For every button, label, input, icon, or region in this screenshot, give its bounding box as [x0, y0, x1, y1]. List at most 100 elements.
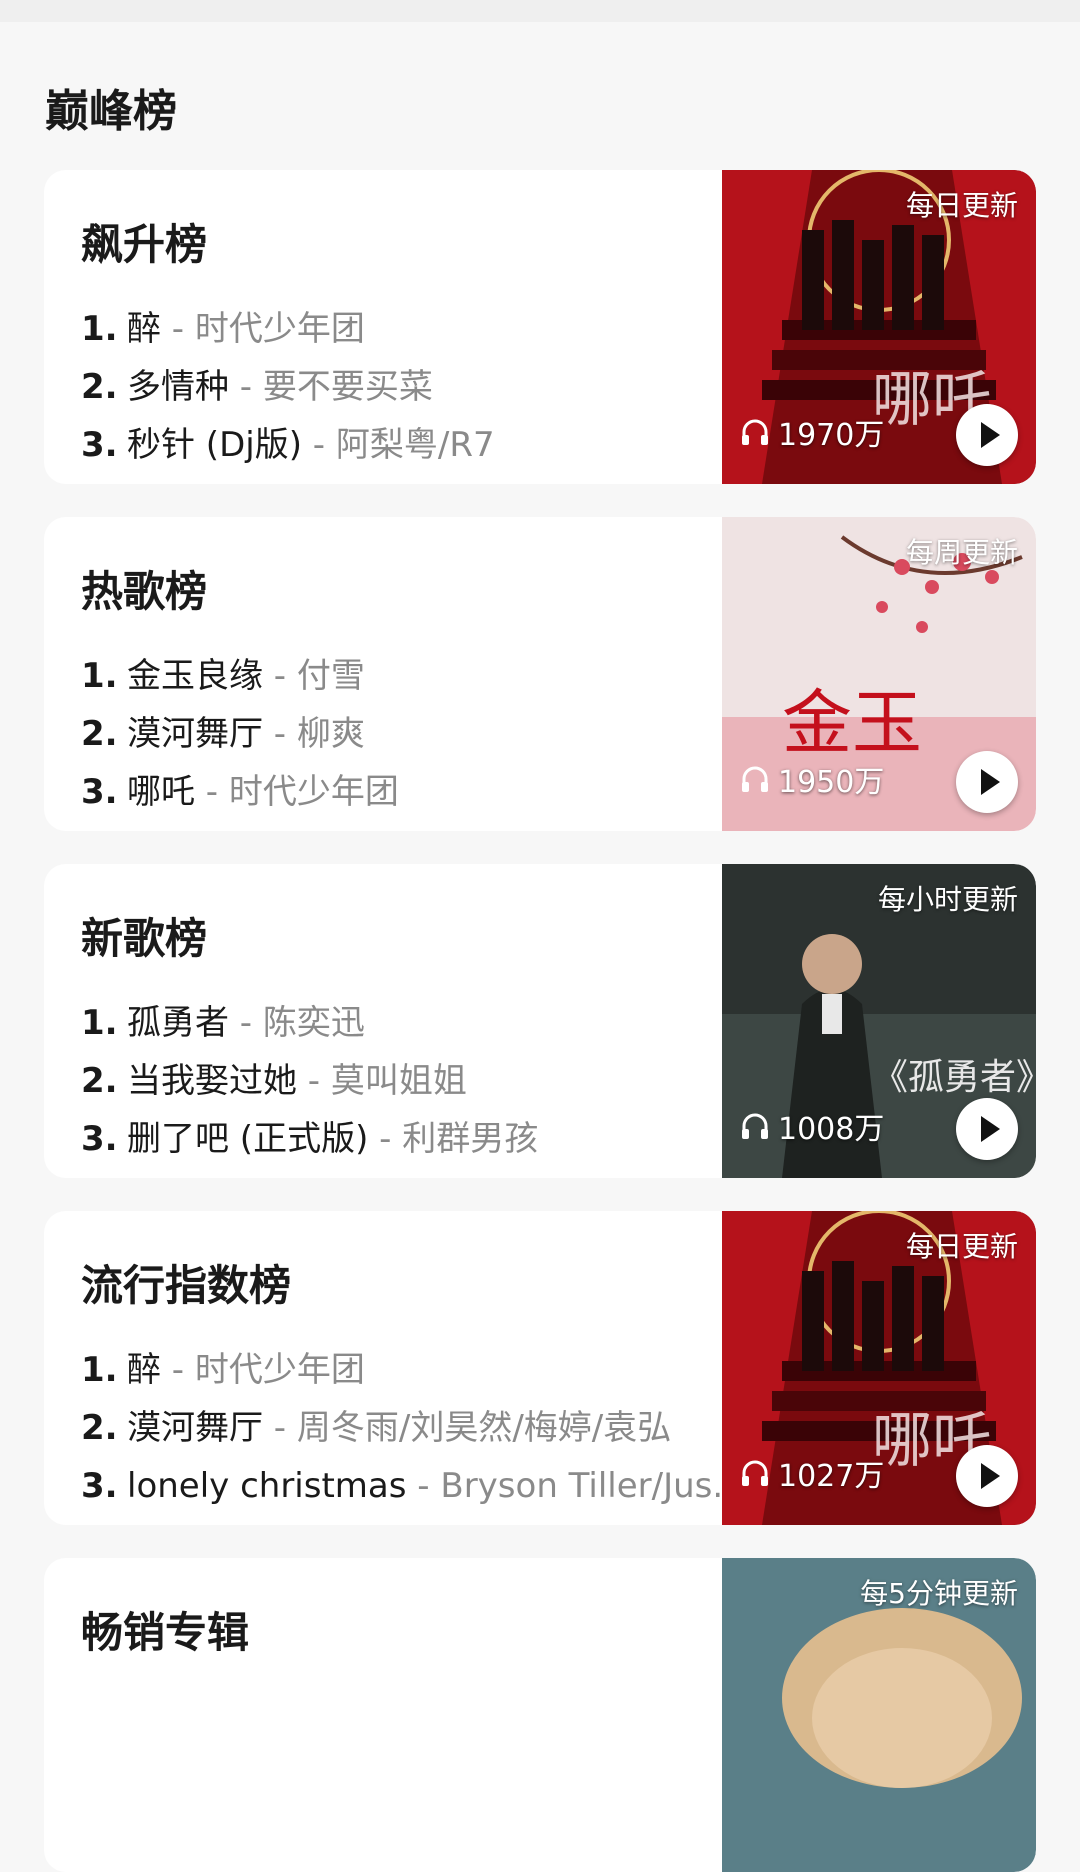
artist-name: 时代少年团: [194, 1350, 365, 1390]
song-name: 醉: [127, 1350, 161, 1390]
cover-lettering: 金玉: [782, 682, 922, 764]
chart-card-hot[interactable]: 热歌榜 1. 金玉良缘 - 付雪 2. 漠河舞厅 - 柳爽 3. 哪吒 - 时代少年团…: [44, 517, 1036, 831]
rank-number: 3.: [81, 1119, 118, 1159]
cover-lettering: 《孤勇者》: [872, 1057, 1036, 1098]
play-count-value: 1970万: [778, 418, 885, 453]
rank-number: 1.: [81, 309, 118, 349]
rank-list: 1. 孤勇者 - 陈奕迅 2. 当我娶过她 - 莫叫姐姐 3. 删了吧 (正式版) -…: [81, 994, 756, 1168]
separator: -: [263, 714, 297, 754]
separator: -: [301, 425, 336, 465]
artist-name: 莫叫姐姐: [330, 1061, 467, 1101]
update-frequency: 每周更新: [905, 536, 1018, 569]
rank-number: 2.: [81, 1408, 118, 1448]
play-button[interactable]: [956, 1098, 1018, 1160]
chart-title[interactable]: 流行指数榜: [81, 1259, 291, 1313]
play-button[interactable]: [956, 404, 1018, 466]
rank-item[interactable]: 3. 删了吧 (正式版) - 利群男孩: [81, 1110, 756, 1168]
separator: -: [406, 1466, 441, 1506]
update-frequency: 每日更新: [905, 189, 1018, 222]
song-name: lonely christmas: [127, 1466, 407, 1506]
play-count: 1970万: [740, 410, 884, 454]
song-name: 金玉良缘: [127, 656, 263, 696]
rank-number: 2.: [81, 1061, 118, 1101]
chart-title[interactable]: 飙升榜: [81, 218, 207, 272]
rank-number: 3.: [81, 425, 118, 465]
rank-item[interactable]: 2. 漠河舞厅 - 周冬雨/刘昊然/梅婷/袁弘: [81, 1399, 756, 1457]
artist-name: 时代少年团: [194, 309, 365, 349]
song-name: 哪吒: [127, 772, 195, 812]
chart-card-popular-index[interactable]: 流行指数榜 1. 醉 - 时代少年团 2. 漠河舞厅 - 周冬雨/刘昊然/梅婷/袁弘…: [44, 1211, 1036, 1525]
rank-number: 3.: [81, 1466, 118, 1506]
play-button[interactable]: [956, 1445, 1018, 1507]
status-bar: [0, 0, 1080, 22]
rank-number: 1.: [81, 1003, 118, 1043]
section-title: 巅峰榜: [45, 86, 177, 137]
headphone-icon: [742, 766, 768, 792]
headphone-icon: [742, 1460, 768, 1486]
play-icon: [981, 769, 1000, 795]
rank-number: 2.: [81, 367, 118, 407]
song-name: 醉: [127, 309, 161, 349]
rank-item[interactable]: 3. 哪吒 - 时代少年团: [81, 763, 756, 821]
rank-item[interactable]: 2. 多情种 - 要不要买菜: [81, 358, 756, 416]
artist-name: 陈奕迅: [262, 1003, 365, 1043]
artist-name: 利群男孩: [402, 1119, 539, 1159]
song-name: 孤勇者: [127, 1003, 229, 1043]
chart-cover[interactable]: 哪吒 每日更新 1027万: [722, 1211, 1036, 1525]
rank-item[interactable]: 1. 醉 - 时代少年团: [81, 300, 756, 358]
chart-cover[interactable]: 金玉 每周更新 1950万: [722, 517, 1036, 831]
rank-item[interactable]: 1. 金玉良缘 - 付雪: [81, 647, 756, 705]
separator: -: [161, 1350, 195, 1390]
chart-card-new[interactable]: 新歌榜 1. 孤勇者 - 陈奕迅 2. 当我娶过她 - 莫叫姐姐 3. 删了吧 (正式…: [44, 864, 1036, 1178]
update-frequency: 每日更新: [905, 1230, 1018, 1263]
rank-list: 1. 醉 - 时代少年团 2. 多情种 - 要不要买菜 3. 秒针 (Dj版) - 阿…: [81, 300, 756, 474]
artist-name: Bryson Tiller/Jus..: [440, 1466, 734, 1506]
chart-cover[interactable]: 哪吒 每日更新 1970万: [722, 170, 1036, 484]
rank-item[interactable]: 3. lonely christmas - Bryson Tiller/Jus..: [81, 1457, 756, 1515]
separator: -: [297, 1061, 331, 1101]
song-name: 漠河舞厅: [127, 1408, 263, 1448]
chart-title[interactable]: 热歌榜: [81, 565, 207, 619]
play-count-value: 1950万: [778, 765, 885, 800]
rank-number: 2.: [81, 714, 118, 754]
chart-card-bestselling-albums[interactable]: 畅销专辑 每5分钟更新: [44, 1558, 1036, 1872]
rank-list: 1. 醉 - 时代少年团 2. 漠河舞厅 - 周冬雨/刘昊然/梅婷/袁弘 3. lon…: [81, 1341, 756, 1515]
rank-item[interactable]: 1. 醉 - 时代少年团: [81, 1341, 756, 1399]
play-count: 1008万: [740, 1104, 884, 1148]
song-name: 删了吧 (正式版): [127, 1119, 369, 1159]
rank-item[interactable]: 2. 当我娶过她 - 莫叫姐姐: [81, 1052, 756, 1110]
rank-number: 3.: [81, 772, 118, 812]
play-count: 1950万: [740, 757, 884, 801]
rank-number: 1.: [81, 1350, 118, 1390]
chart-title[interactable]: 畅销专辑: [81, 1606, 249, 1660]
headphone-icon: [742, 1113, 768, 1139]
rank-item[interactable]: 1. 孤勇者 - 陈奕迅: [81, 994, 756, 1052]
song-name: 多情种: [127, 367, 229, 407]
play-button[interactable]: [956, 751, 1018, 813]
separator: -: [161, 309, 195, 349]
rank-number: 1.: [81, 656, 118, 696]
play-icon: [981, 1116, 1000, 1142]
artist-name: 柳爽: [296, 714, 365, 754]
song-name: 当我娶过她: [127, 1061, 297, 1101]
chart-title[interactable]: 新歌榜: [81, 912, 207, 966]
play-icon: [981, 1463, 1000, 1489]
headphone-icon: [742, 419, 768, 445]
play-count-value: 1027万: [778, 1459, 885, 1494]
chart-cover[interactable]: 《孤勇者》 每小时更新 1008万: [722, 864, 1036, 1178]
chart-card-soaring[interactable]: 飙升榜 1. 醉 - 时代少年团 2. 多情种 - 要不要买菜 3. 秒针 (Dj版)…: [44, 170, 1036, 484]
chart-cover[interactable]: 每5分钟更新: [722, 1558, 1036, 1872]
artist-name: 时代少年团: [228, 772, 399, 812]
artist-name: 付雪: [296, 656, 365, 696]
rank-item[interactable]: 3. 秒针 (Dj版) - 阿梨粤/R7: [81, 416, 756, 474]
song-name: 秒针 (Dj版): [127, 425, 302, 465]
artist-name: 周冬雨/刘昊然/梅婷/袁弘: [296, 1408, 672, 1448]
rank-item[interactable]: 2. 漠河舞厅 - 柳爽: [81, 705, 756, 763]
update-frequency: 每小时更新: [877, 883, 1018, 916]
separator: -: [229, 1003, 263, 1043]
artist-name: 要不要买菜: [262, 367, 433, 407]
update-frequency: 每5分钟更新: [860, 1577, 1018, 1610]
separator: -: [195, 772, 229, 812]
separator: -: [263, 656, 297, 696]
song-name: 漠河舞厅: [127, 714, 263, 754]
